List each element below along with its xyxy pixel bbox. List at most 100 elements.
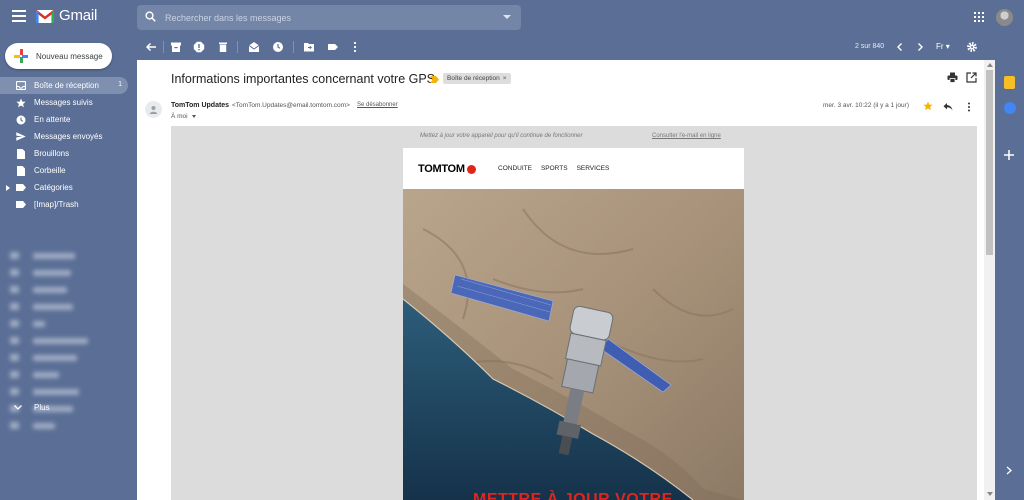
main-menu-icon[interactable] xyxy=(12,10,26,22)
sidebar-nav: Boîte de réception 1 Messages suivis En … xyxy=(0,77,136,213)
hero-title: METTRE À JOUR VOTRE xyxy=(473,491,673,500)
nav-link-services[interactable]: SERVICES xyxy=(577,165,610,172)
apps-grid-icon[interactable] xyxy=(974,12,984,22)
sidebar-item-sent[interactable]: Messages envoyés xyxy=(0,128,136,145)
star-icon[interactable] xyxy=(923,101,933,111)
keep-icon[interactable] xyxy=(1004,76,1015,89)
report-spam-icon[interactable] xyxy=(193,41,205,53)
label-as-icon[interactable] xyxy=(327,41,339,53)
settings-gear-icon[interactable] xyxy=(966,41,978,53)
print-icon[interactable] xyxy=(947,72,958,83)
person-icon xyxy=(149,106,158,114)
newsletter-card: TOMTOM CONDUITE SPORTS SERVICES METTRE À… xyxy=(403,148,744,500)
more-label: Plus xyxy=(34,403,50,412)
tomtom-logo-mark-icon xyxy=(466,164,476,174)
open-new-window-icon[interactable] xyxy=(966,72,977,83)
inbox-label-tag: Boîte de réception × xyxy=(443,73,511,84)
previous-page-icon[interactable] xyxy=(894,41,906,53)
label-icon xyxy=(16,200,26,210)
add-addon-icon[interactable] xyxy=(1004,150,1014,160)
sidebar-item-label: Boîte de réception xyxy=(34,81,99,90)
message-toolbar: 2 sur 840 Fr ▾ xyxy=(137,34,987,60)
inbox-count: 1 xyxy=(118,81,122,88)
expand-arrow-icon[interactable] xyxy=(6,185,10,191)
sender-avatar[interactable] xyxy=(145,101,162,118)
recipient-label: À moi xyxy=(171,113,188,120)
message-view: Informations importantes concernant votr… xyxy=(137,60,995,500)
sidebar-item-inbox[interactable]: Boîte de réception 1 xyxy=(0,77,128,94)
language-label: Fr xyxy=(936,42,944,51)
sender-email: <TomTom.Updates@email.tomtom.com> xyxy=(232,102,350,109)
sidebar-item-label: Messages envoyés xyxy=(34,132,103,141)
sidebar-item-categories[interactable]: Catégories xyxy=(0,179,136,196)
delete-icon[interactable] xyxy=(217,41,229,53)
more-actions-icon[interactable] xyxy=(349,41,361,53)
label-icon xyxy=(16,183,26,193)
message-scrollbar[interactable] xyxy=(984,60,995,500)
sidebar-item-trash[interactable]: Corbeille xyxy=(0,162,136,179)
sender-name: TomTom Updates xyxy=(171,102,230,109)
sidebar-item-starred[interactable]: Messages suivis xyxy=(0,94,136,111)
details-caret-icon xyxy=(191,114,196,118)
snooze-icon[interactable] xyxy=(272,41,284,53)
back-arrow-icon[interactable] xyxy=(145,41,157,53)
nav-link-sports[interactable]: SPORTS xyxy=(541,165,568,172)
draft-icon xyxy=(16,148,26,159)
tasks-icon[interactable] xyxy=(1004,102,1016,114)
sidebar-item-snoozed[interactable]: En attente xyxy=(0,111,136,128)
reply-icon[interactable] xyxy=(943,102,953,111)
next-page-icon[interactable] xyxy=(914,41,926,53)
compose-button[interactable]: Nouveau message xyxy=(5,43,112,69)
search-bar[interactable] xyxy=(137,5,521,30)
sidebar-item-label: Brouillons xyxy=(34,149,70,158)
expand-panel-icon[interactable] xyxy=(1006,466,1012,475)
message-more-icon[interactable] xyxy=(967,102,971,112)
sidebar-item-label: Corbeille xyxy=(34,166,66,175)
newsletter-nav: CONDUITE SPORTS SERVICES xyxy=(498,165,609,172)
move-to-icon[interactable] xyxy=(303,41,315,53)
search-icon[interactable] xyxy=(145,11,156,22)
search-input[interactable] xyxy=(165,5,485,30)
view-online-link[interactable]: Consulter l'e-mail en ligne xyxy=(652,133,721,139)
email-body: Mettez à jour votre appareil pour qu'il … xyxy=(171,126,977,500)
send-icon xyxy=(16,132,26,142)
importance-marker-icon[interactable] xyxy=(430,76,439,83)
gmail-logo[interactable]: Gmail xyxy=(35,7,97,24)
email-date: mer. 3 avr. 10:22 (il y a 1 jour) xyxy=(823,102,909,109)
sidebar-item-label: [Imap]/Trash xyxy=(34,200,79,209)
sidebar-item-drafts[interactable]: Brouillons xyxy=(0,145,136,162)
scrollbar-thumb[interactable] xyxy=(986,70,993,255)
sidebar-item-imap-trash[interactable]: [Imap]/Trash xyxy=(0,196,136,213)
sidebar-item-label: Messages suivis xyxy=(34,98,93,107)
satellite-over-earth-image xyxy=(403,189,744,500)
sidebar: Nouveau message Boîte de réception 1 Mes… xyxy=(0,34,136,500)
hero-satellite-image[interactable]: METTRE À JOUR VOTRE xyxy=(403,189,744,500)
unsubscribe-link[interactable]: Se désabonner xyxy=(357,102,398,108)
sidebar-item-label: En attente xyxy=(34,115,71,124)
pagination-text: 2 sur 840 xyxy=(855,43,885,50)
email-preheader: Mettez à jour votre appareil pour qu'il … xyxy=(420,133,583,139)
email-subject: Informations importantes concernant votr… xyxy=(171,72,436,86)
recipient-details[interactable]: À moi xyxy=(171,113,196,120)
account-avatar[interactable] xyxy=(996,9,1013,26)
mark-unread-icon[interactable] xyxy=(248,41,260,53)
search-options-icon[interactable] xyxy=(503,15,511,19)
scroll-up-icon[interactable] xyxy=(987,63,993,67)
inbox-icon xyxy=(16,81,26,91)
sidebar-item-label: Catégories xyxy=(34,183,73,192)
clock-icon xyxy=(16,115,26,125)
brand-name: TOMTOM xyxy=(418,163,465,175)
trash-icon xyxy=(16,165,26,176)
archive-icon[interactable] xyxy=(170,41,182,53)
label-tag-text: Boîte de réception xyxy=(447,75,500,82)
remove-label-icon[interactable]: × xyxy=(503,75,507,82)
top-bar: Gmail xyxy=(0,0,1024,34)
scroll-down-icon[interactable] xyxy=(987,492,993,496)
nav-link-conduite[interactable]: CONDUITE xyxy=(498,165,532,172)
side-panel xyxy=(995,34,1024,500)
tomtom-logo[interactable]: TOMTOM xyxy=(418,163,476,175)
input-language-select[interactable]: Fr ▾ xyxy=(936,42,950,51)
app-name: Gmail xyxy=(59,7,98,24)
compose-label: Nouveau message xyxy=(36,51,103,61)
sidebar-more[interactable]: Plus xyxy=(14,403,50,412)
